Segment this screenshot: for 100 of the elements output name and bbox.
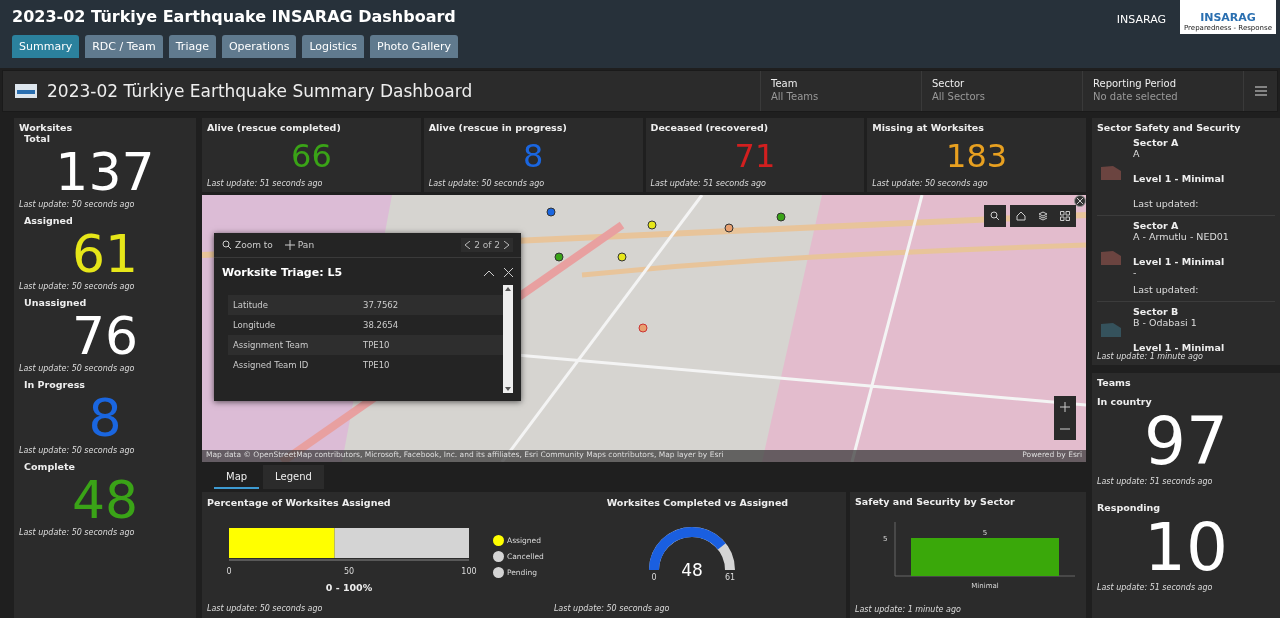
last-update: Last update: 50 seconds ago — [428, 179, 546, 188]
nav-tab[interactable]: Triage — [168, 35, 216, 58]
safety-level: Level 1 - Minimal — [1133, 256, 1226, 267]
view-tab[interactable]: Legend — [263, 465, 324, 489]
filter-selector[interactable]: Reporting Period No date selected — [1082, 71, 1243, 111]
search-icon — [990, 211, 1000, 221]
indicator-label: Total — [23, 133, 51, 144]
close-button[interactable] — [504, 268, 513, 277]
indicator-title: Alive (rescue in progress) — [428, 122, 568, 133]
last-update: Last update: 50 seconds ago — [19, 446, 136, 455]
view-tab[interactable]: Map — [214, 465, 260, 489]
last-update: Last update: 51 seconds ago — [650, 179, 767, 188]
indicator-value: 66 — [291, 140, 332, 172]
last-update: Last update: 50 seconds ago — [553, 604, 671, 613]
gauge-min: 0 — [651, 573, 657, 582]
nav-tab[interactable]: Logistics — [302, 35, 364, 58]
indicator-label: Complete — [23, 461, 76, 472]
next-button[interactable] — [504, 241, 509, 249]
chart-title: Worksites Completed vs Assigned — [606, 497, 789, 508]
safety-level: Level 1 - Minimal — [1133, 342, 1226, 352]
filter-value: No date selected — [1093, 91, 1179, 102]
last-update: Last update: 51 seconds ago — [1097, 477, 1214, 486]
menu-icon — [1254, 86, 1267, 96]
nav-tab[interactable]: Operations — [221, 35, 297, 58]
gauge-max: 61 — [725, 573, 736, 582]
page-counter: 2 of 2 — [474, 240, 500, 250]
sector-name: Sector A — [1133, 220, 1180, 231]
indicator-value: 183 — [946, 140, 1008, 172]
filter-label: Reporting Period — [1093, 78, 1177, 89]
nav-tab[interactable]: Photo Gallery — [370, 35, 459, 58]
axis-title: 0 - 100% — [325, 581, 373, 593]
indicator-value: 137 — [55, 146, 155, 198]
tick-label: 0 — [226, 566, 232, 576]
zoom-to-button[interactable]: Zoom to — [222, 240, 273, 250]
next-icon — [504, 241, 509, 249]
indicator-label: Responding — [1097, 502, 1162, 513]
last-updated: Last updated: — [1133, 284, 1200, 295]
scrollbar[interactable] — [503, 285, 513, 393]
indicator-title: Deceased (recovered) — [650, 122, 770, 133]
last-update: Last update: 51 seconds ago — [207, 179, 324, 188]
pan-button[interactable]: Pan — [284, 240, 315, 250]
last-update: Last update: 50 seconds ago — [19, 364, 136, 373]
grid-icon — [1060, 211, 1070, 221]
filter-selector[interactable]: Team All Teams — [760, 71, 921, 111]
minus-icon — [1060, 428, 1070, 430]
search-button[interactable] — [984, 205, 1006, 227]
chart-title: Safety and Security by Sector — [855, 496, 1015, 507]
field-value: 38.2654 — [363, 320, 400, 330]
filter-label: Sector — [932, 78, 966, 89]
indicator-label: In country — [1097, 396, 1153, 407]
layers-icon — [1038, 211, 1048, 221]
sector-area: B - Odabasi 1 — [1133, 317, 1275, 328]
filter-selector[interactable]: Sector All Sectors — [921, 71, 1082, 111]
filter-label: Team — [771, 78, 799, 89]
scroll-down-icon[interactable] — [505, 387, 511, 391]
indicator-value: 48 — [71, 474, 139, 526]
safety-level: Level 1 - Minimal — [1133, 173, 1226, 184]
last-update: Last update: 50 seconds ago — [207, 604, 324, 613]
home-icon — [1016, 211, 1026, 221]
last-updated: Last updated: — [1133, 198, 1200, 209]
sector-name: Sector A — [1133, 137, 1180, 148]
indicator-value: 97 — [1144, 409, 1228, 475]
nav-tab[interactable]: Summary — [12, 35, 80, 58]
logo-icon — [15, 84, 37, 98]
indicator-value: 76 — [71, 310, 139, 362]
filter-value: All Teams — [771, 91, 820, 102]
previous-icon — [465, 241, 471, 249]
sector-area: A - Armutlu - NED01 — [1133, 231, 1275, 242]
previous-button[interactable] — [465, 241, 471, 249]
last-update: Last update: 50 seconds ago — [19, 528, 136, 537]
indicator-label: In Progress — [23, 379, 87, 390]
field-value: 37.7562 — [363, 300, 400, 310]
panel-title: Teams — [1097, 377, 1132, 388]
indicator-value: 8 — [522, 140, 544, 172]
filter-value: All Sectors — [932, 91, 986, 102]
indicator-label: Unassigned — [23, 297, 88, 308]
org-name: INSARAG — [1116, 13, 1166, 26]
collapse-button[interactable] — [484, 269, 494, 276]
indicator-value: 10 — [1144, 515, 1228, 581]
sector-name: Sector B — [1133, 306, 1180, 317]
panel-title: Sector Safety and Security — [1097, 122, 1242, 133]
page-title: 2023-02 Türkiye Earthquake Summary Dashboard — [47, 81, 473, 101]
popup-title: Worksite Triage: L5 — [222, 266, 344, 279]
zoom-icon — [222, 240, 232, 250]
last-update: Last update: 50 seconds ago — [19, 282, 136, 291]
indicator-label: Assigned — [23, 215, 74, 226]
field-value: TPE10 — [363, 340, 391, 350]
sector-area: A — [1133, 148, 1275, 159]
logo-name: INSARAG — [1200, 12, 1256, 24]
field-value: TPE10 — [363, 360, 391, 370]
plus-icon — [1060, 402, 1070, 412]
indicator-value: 61 — [71, 228, 139, 280]
scroll-up-icon[interactable] — [505, 287, 511, 291]
field-name: Assigned Team ID — [233, 360, 310, 370]
indicator-value: 8 — [88, 392, 122, 444]
chart-title: Percentage of Worksites Assigned — [207, 497, 391, 508]
chevron-up-icon — [484, 269, 494, 276]
indicator-title: Alive (rescue completed) — [207, 122, 342, 133]
nav-tab[interactable]: RDC / Team — [85, 35, 163, 58]
last-update: Last update: 50 seconds ago — [19, 200, 136, 209]
